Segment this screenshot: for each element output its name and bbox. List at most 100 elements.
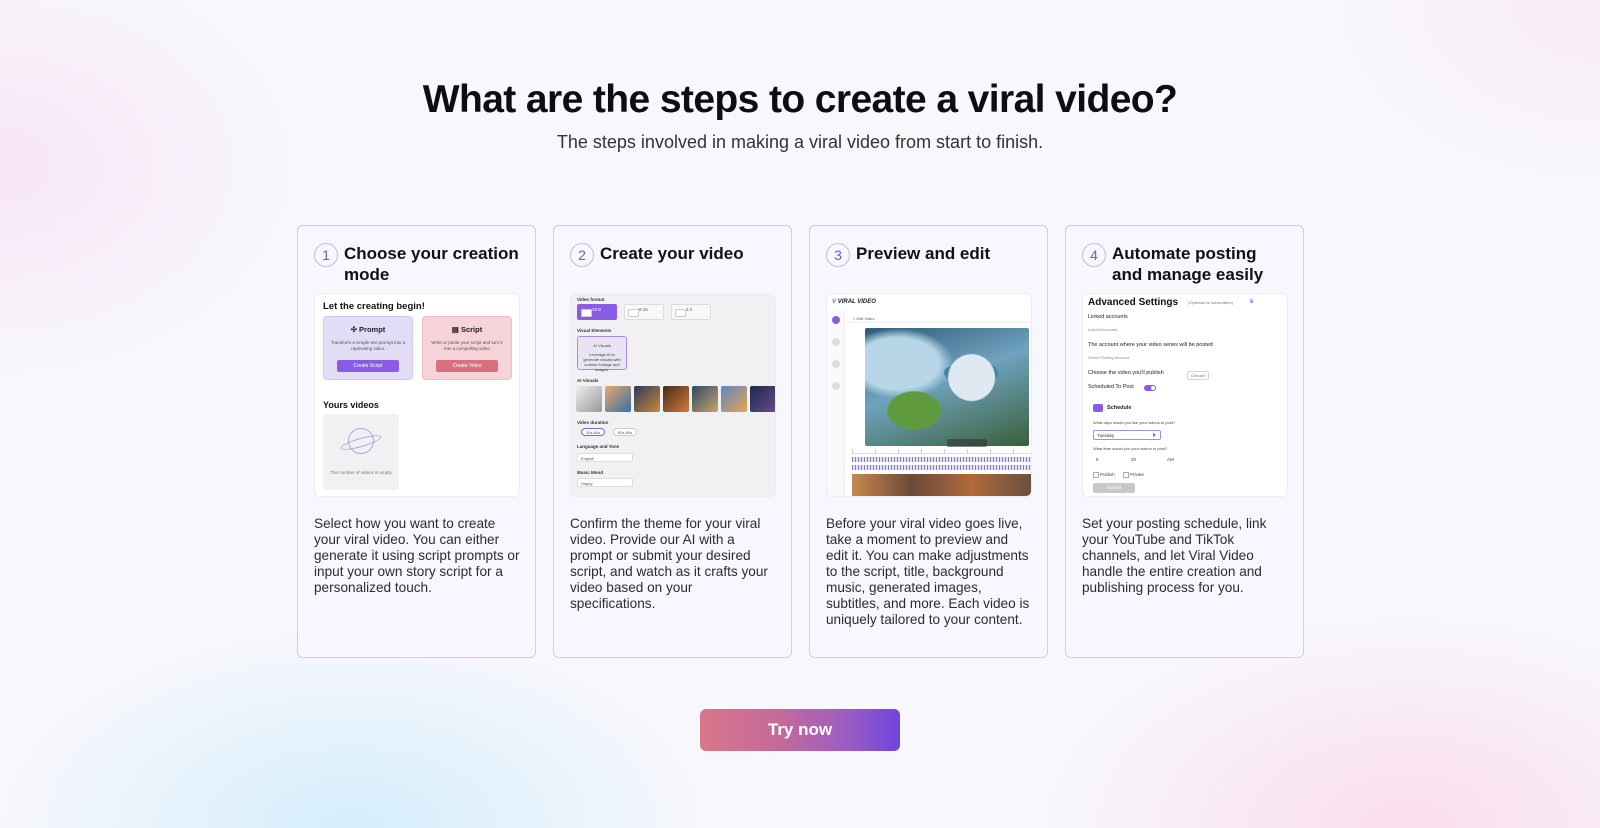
calendar-icon [1093, 404, 1103, 412]
minute-value: 30 [1131, 457, 1137, 462]
visual-label: Visual Elements [577, 328, 612, 333]
steps-list: 1 Choose your creation mode Let the crea… [297, 225, 1304, 658]
step-title: Choose your creation mode [344, 244, 519, 284]
step-number: 4 [1082, 243, 1106, 267]
ai-visuals-option: AI Visuals Leverage AI to generate visua… [577, 336, 627, 372]
thumbnail [750, 386, 775, 412]
step-header: 4 Automate posting and manage easily [1082, 242, 1287, 292]
music-label: Music Mood [577, 470, 603, 475]
videos-heading: Yours videos [323, 400, 379, 410]
viral-video-logo: V VIRAL VIDEO [832, 299, 876, 305]
music-tool-icon [832, 382, 840, 390]
prompt-title: ✣ Prompt [350, 325, 386, 334]
schedule-label: Schedule [1107, 405, 1132, 411]
create-video-button: Create Video [436, 360, 498, 372]
ratio-option: 1:1 [671, 304, 711, 320]
day-select: Tuesday [1093, 430, 1161, 440]
step-card-3: 3 Preview and edit V VIRAL VIDEO < Edit … [809, 225, 1048, 658]
ratio-option: 16:9 [577, 304, 617, 320]
step-preview-image: Let the creating begin! ✣ Prompt Transfo… [314, 293, 520, 497]
step-header: 1 Choose your creation mode [314, 242, 519, 292]
ai-visuals-text: Leverage AI to generate visuals with cus… [583, 352, 621, 372]
step-title: Create your video [600, 244, 744, 263]
step-card-1: 1 Choose your creation mode Let the crea… [297, 225, 536, 658]
language-select: English [577, 453, 633, 462]
step-card-4: 4 Automate posting and manage easily Adv… [1065, 225, 1304, 658]
private-checkbox: Private [1123, 472, 1144, 478]
step-preview-image: Video format 16:9 9:16 1:1 Visual Elemen… [570, 293, 776, 497]
image-strip [852, 474, 1031, 496]
thumbnail [663, 386, 689, 412]
scheduled-label: Scheduled To Post [1088, 384, 1134, 390]
playback-controls [947, 439, 987, 447]
video-preview [865, 328, 1029, 446]
visuals-label: AI Visuals [577, 378, 599, 383]
step-number: 3 [826, 243, 850, 267]
thumbnail [692, 386, 718, 412]
thumbnail [634, 386, 660, 412]
step-number: 1 [314, 243, 338, 267]
step-header: 3 Preview and edit [826, 242, 1031, 292]
thumbnail [605, 386, 631, 412]
editor-sidebar [827, 310, 845, 496]
preview-heading: Let the creating begin! [323, 301, 425, 312]
visual-thumbnails [576, 386, 775, 412]
period-value: AM [1167, 457, 1174, 462]
account-field: Select Posting Account [1088, 355, 1129, 360]
timeline-ruler [852, 449, 1031, 454]
step-preview-image: Advanced Settings (Optional for subscrib… [1082, 293, 1288, 497]
duration-option: 30s-60s [581, 428, 606, 436]
choose-label: Choose the video you'll publish [1088, 370, 1164, 376]
step-card-2: 2 Create your video Video format 16:9 9:… [553, 225, 792, 658]
thumbnail [576, 386, 602, 412]
script-option: ▤ Script Write or paste your script and … [422, 316, 512, 380]
step-number: 2 [570, 243, 594, 267]
ratio-label: Video format [577, 297, 605, 302]
edit-video-bar: < Edit Video [849, 314, 1031, 323]
ratio-option: 9:16 [624, 304, 664, 320]
linked-label: Linked accounts [1088, 314, 1128, 320]
step-preview-image: V VIRAL VIDEO < Edit Video [826, 293, 1032, 497]
step-description: Set your posting schedule, link your You… [1082, 516, 1267, 595]
days-label: What days would you like your videos to … [1093, 420, 1176, 425]
audio-track [852, 465, 1031, 470]
language-label: Language and Tone [577, 444, 620, 449]
crown-icon: ♛ [1249, 299, 1255, 305]
step-title: Automate posting and manage easily [1112, 244, 1264, 284]
step-title: Preview and edit [856, 244, 991, 263]
ai-visuals-title: AI Visuals [593, 343, 611, 348]
publish-checkbox: Publish [1093, 472, 1115, 478]
create-script-button: Create Script [337, 360, 399, 372]
page-subtitle: The steps involved in making a viral vid… [556, 132, 1044, 152]
audio-track [852, 457, 1031, 462]
time-label: What time would you your videos to post? [1093, 446, 1168, 451]
linked-field: Linked Accounts [1088, 327, 1118, 332]
empty-text: The number of videos is empty [330, 470, 392, 475]
hour-value: 6 [1096, 457, 1099, 462]
try-now-button[interactable]: Try now [700, 709, 900, 751]
hero-section: What are the steps to create a viral vid… [0, 78, 1600, 153]
prompt-text: Transform a simple text prompt into a ca… [330, 340, 406, 351]
step-description: Select how you want to create your viral… [314, 516, 520, 595]
account-label: The account where your video series will… [1088, 342, 1213, 348]
empty-videos-card: The number of videos is empty [323, 414, 399, 490]
step-header: 2 Create your video [570, 242, 775, 292]
step-description: Confirm the theme for your viral video. … [570, 516, 768, 611]
step-description: Before your viral video goes live, take … [826, 516, 1030, 627]
script-tool-icon [832, 338, 840, 346]
script-text: Write or paste your script and turn it i… [431, 340, 503, 351]
page-title: What are the steps to create a viral vid… [422, 78, 1178, 121]
script-title: ▤ Script [451, 325, 483, 334]
duration-option: 60s-90s [613, 428, 638, 436]
image-tool-icon [832, 316, 840, 324]
duration-label: Video duration [577, 420, 609, 425]
submit-button: Submit [1093, 483, 1135, 493]
thumbnail [721, 386, 747, 412]
choose-chip: Choose [1187, 371, 1209, 380]
music-select: Happy [577, 478, 633, 487]
scheduled-toggle [1144, 385, 1156, 391]
prompt-option: ✣ Prompt Transform a simple text prompt … [323, 316, 413, 380]
settings-note: (Optional for subscribers) [1188, 300, 1233, 305]
logo-mark-icon: V [832, 299, 837, 305]
settings-title: Advanced Settings [1088, 297, 1179, 308]
